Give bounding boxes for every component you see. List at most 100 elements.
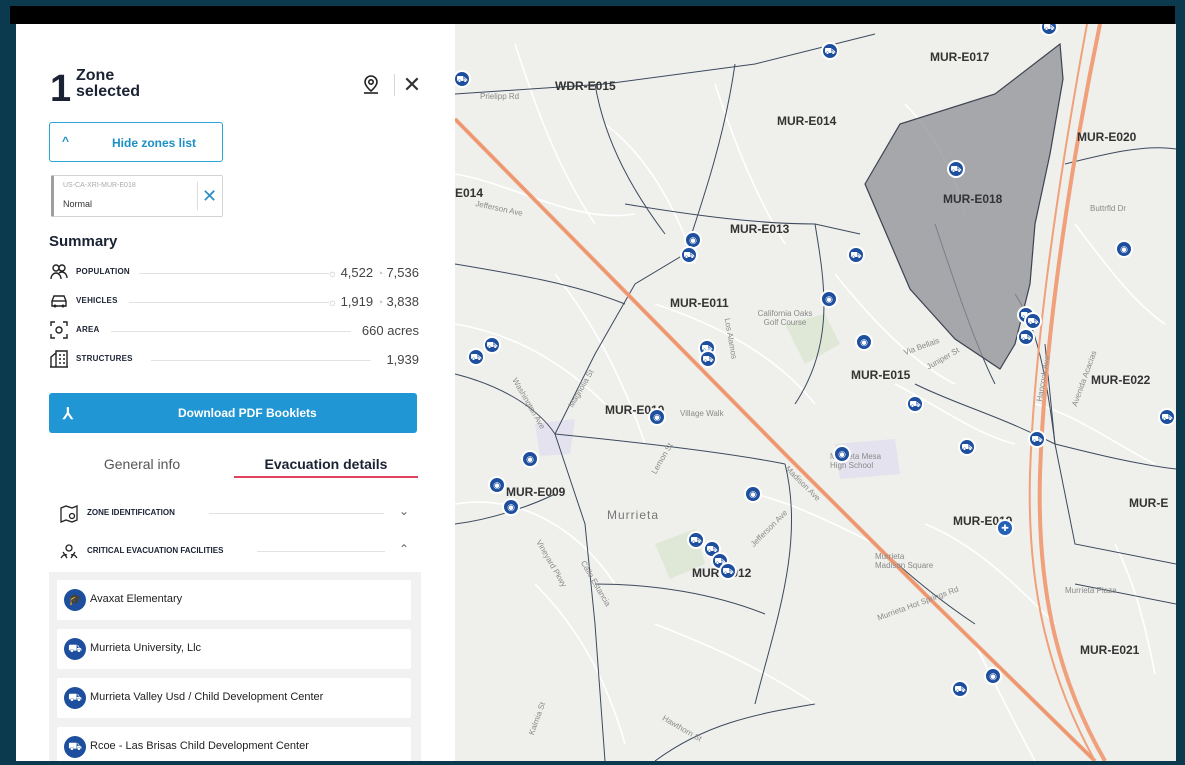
facility-name: Murrieta University, Llc (90, 642, 202, 654)
school-poi-icon[interactable]: ◉ (984, 667, 1002, 685)
zone-label[interactable]: MUR-E017 (930, 50, 989, 64)
facility-name: Rcoe - Las Brisas Child Development Cent… (90, 740, 309, 752)
car-icon (49, 291, 69, 311)
school-poi-icon[interactable]: ◉ (820, 290, 838, 308)
childcare-poi-icon[interactable]: ⛟ (821, 42, 839, 60)
childcare-poi-icon[interactable]: ⛟ (951, 680, 969, 698)
facility-name: Murrieta Valley Usd / Child Development … (90, 691, 324, 703)
summary-label: AREA (76, 325, 100, 334)
childcare-poi-icon[interactable]: ⛟ (1158, 408, 1176, 426)
header-divider (394, 74, 395, 96)
street-label: Prielipp Rd (480, 92, 520, 101)
hide-zones-label: Hide zones list (112, 136, 197, 150)
night-value: 3,838 (386, 294, 419, 309)
zone-label[interactable]: MUR-E009 (506, 485, 565, 499)
row-divider (111, 331, 351, 332)
download-pdf-button[interactable]: ⅄ Download PDF Booklets (49, 393, 417, 433)
close-panel-button[interactable]: ✕ (402, 74, 422, 96)
remove-zone-icon[interactable]: ✕ (202, 184, 217, 208)
facility-item[interactable]: ⛟ Murrieta Valley Usd / Child Developmen… (57, 678, 411, 718)
summary-row-population: POPULATION ☼ 4,522 ◔ 7,536 (49, 262, 419, 284)
accordion-label: CRITICAL EVACUATION FACILITIES (87, 546, 224, 555)
street-label: Murrieta Madison Square (875, 552, 934, 570)
summary-label: STRUCTURES (76, 354, 133, 363)
day-value: 1,919 (340, 294, 374, 309)
childcare-poi-icon[interactable]: ⛟ (699, 350, 717, 368)
hospital-poi-icon[interactable]: ✚ (996, 519, 1014, 537)
zone-label[interactable]: MUR-E011 (670, 296, 729, 310)
accordion-divider (257, 551, 385, 552)
childcare-icon: ⛟ (64, 638, 86, 660)
school-poi-icon[interactable]: ◉ (521, 450, 539, 468)
accordion-zone-identification[interactable]: ZONE IDENTIFICATION ⌄ (59, 502, 409, 526)
childcare-poi-icon[interactable]: ⛟ (1017, 328, 1035, 346)
night-value: 7,536 (386, 265, 419, 280)
accordion-critical-facilities[interactable]: CRITICAL EVACUATION FACILITIES ⌃ (59, 540, 409, 564)
facility-name: Avaxat Elementary (90, 593, 183, 605)
street-label: California Oaks Golf Course (757, 309, 813, 327)
zone-label[interactable]: MUR-E020 (1077, 130, 1136, 144)
chevron-down-icon[interactable]: ⌄ (399, 504, 409, 518)
school-poi-icon[interactable]: ◉ (744, 485, 762, 503)
school-icon: 🎓 (64, 589, 86, 611)
building-icon (49, 349, 69, 369)
zone-label[interactable]: E014 (455, 186, 483, 200)
row-divider (129, 302, 329, 303)
row-divider (139, 273, 329, 274)
facility-item[interactable]: 🎓 Avaxat Elementary (57, 580, 411, 620)
chevron-up-icon[interactable]: ⌃ (399, 542, 409, 556)
zone-label[interactable]: WDR-E015 (555, 79, 616, 93)
zone-label-line1: Zone (76, 67, 115, 84)
childcare-poi-icon[interactable]: ⛟ (958, 438, 976, 456)
zone-label[interactable]: MUR-E022 (1091, 373, 1150, 387)
school-poi-icon[interactable]: ◉ (1115, 240, 1133, 258)
facilities-list: 🎓 Avaxat Elementary ⛟ Murrieta Universit… (49, 572, 421, 761)
hide-zones-list-button[interactable]: ^ Hide zones list (49, 122, 223, 162)
zone-label-line2: selected (76, 83, 141, 100)
school-poi-icon[interactable]: ◉ (488, 476, 506, 494)
childcare-icon: ⛟ (64, 687, 86, 709)
zone-id: US-CA-XRI-MUR-E018 (63, 182, 136, 189)
school-poi-icon[interactable]: ◉ (855, 333, 873, 351)
facility-item[interactable]: ⛟ Murrieta University, Llc (57, 629, 411, 669)
zone-label[interactable]: MUR-E013 (730, 222, 789, 236)
tab-evacuation-details[interactable]: Evacuation details (234, 456, 418, 478)
childcare-poi-icon[interactable]: ⛟ (719, 562, 737, 580)
street-label: Buttrfld Dr (1090, 204, 1127, 213)
facility-hands-icon (59, 542, 79, 562)
zone-label[interactable]: MUR-E018 (943, 192, 1002, 206)
school-poi-icon[interactable]: ◉ (648, 408, 666, 426)
zone-label[interactable]: MUR-E015 (851, 368, 910, 382)
zone-status: Normal (63, 199, 93, 209)
active-tab-underline (234, 476, 418, 478)
childcare-poi-icon[interactable]: ⛟ (847, 246, 865, 264)
area-icon (49, 320, 69, 340)
accordion-label: ZONE IDENTIFICATION (87, 508, 175, 517)
locate-pin-icon[interactable] (360, 74, 382, 96)
summary-row-vehicles: VEHICLES ☼ 1,919 ◔ 3,838 (49, 291, 419, 313)
summary-value: 1,939 (386, 352, 419, 367)
summary-value: ☼ 4,522 ◔ 7,536 (327, 265, 419, 280)
tab-general-info[interactable]: General info (49, 456, 235, 478)
school-poi-icon[interactable]: ◉ (502, 498, 520, 516)
app-frame: 1 Zone selected ✕ ^ Hide zones list US-C… (0, 0, 1185, 765)
summary-row-structures: STRUCTURES 1,939 (49, 349, 419, 371)
zone-label[interactable]: MUR-E014 (777, 114, 836, 128)
childcare-poi-icon[interactable]: ⛟ (483, 336, 501, 354)
chip-divider (197, 182, 198, 210)
zone-label[interactable]: MUR-E (1129, 496, 1168, 510)
accordion-divider (209, 513, 384, 514)
zone-label[interactable]: MUR-E021 (1080, 643, 1139, 657)
map-view[interactable]: MUR-E017 WDR-E015 MUR-E014 MUR-E020 MUR-… (455, 24, 1176, 761)
selected-zone-chip[interactable]: US-CA-XRI-MUR-E018 Normal ✕ (51, 175, 223, 217)
school-poi-icon[interactable]: ◉ (833, 445, 851, 463)
zone-panel: 1 Zone selected ✕ ^ Hide zones list US-C… (16, 24, 455, 761)
childcare-icon: ⛟ (64, 736, 86, 758)
childcare-poi-icon[interactable]: ⛟ (947, 160, 965, 178)
childcare-poi-icon[interactable]: ⛟ (680, 246, 698, 264)
childcare-poi-icon[interactable]: ⛟ (1028, 430, 1046, 448)
city-label: Murrieta (607, 508, 660, 522)
childcare-poi-icon[interactable]: ⛟ (467, 348, 485, 366)
childcare-poi-icon[interactable]: ⛟ (906, 395, 924, 413)
facility-item[interactable]: ⛟ Rcoe - Las Brisas Child Development Ce… (57, 727, 411, 761)
